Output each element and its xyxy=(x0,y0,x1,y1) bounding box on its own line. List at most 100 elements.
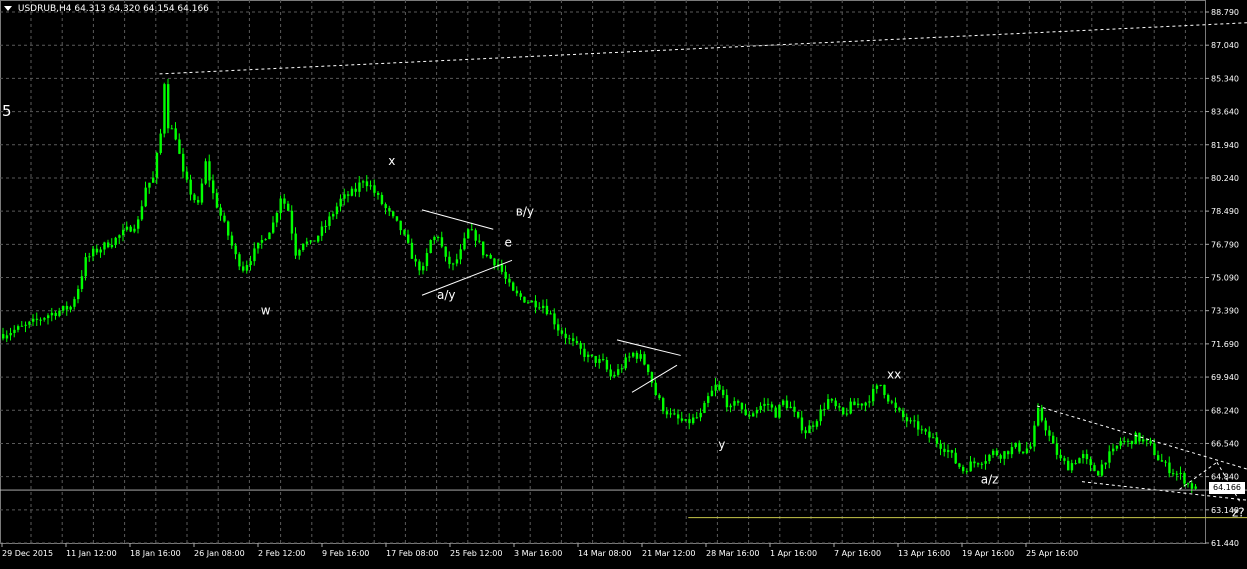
candle-body xyxy=(445,247,447,257)
candle-body xyxy=(658,395,660,398)
candle-body xyxy=(280,198,282,213)
x-tick-label: 28 Mar 16:00 xyxy=(706,549,759,558)
candle-body xyxy=(820,409,822,421)
candle-body xyxy=(827,399,829,409)
candle-body xyxy=(805,430,807,433)
candle-body xyxy=(148,183,150,188)
candle-body xyxy=(985,461,987,464)
candle-body xyxy=(325,226,327,227)
candle-body xyxy=(625,357,627,368)
candle-body xyxy=(943,449,945,452)
y-tick-label: 61.440 xyxy=(1211,539,1239,548)
candle-body xyxy=(1082,454,1084,458)
candle-body xyxy=(808,425,810,433)
y-tick-label: 63.140 xyxy=(1211,506,1239,515)
candle-body xyxy=(407,235,409,243)
candle-body xyxy=(752,413,754,416)
candle-body xyxy=(1033,426,1035,447)
candle-body xyxy=(737,401,739,403)
candle-body xyxy=(1075,463,1077,464)
candle-body xyxy=(115,238,117,245)
wave-label: xx xyxy=(887,368,901,382)
candle-body xyxy=(1120,441,1122,446)
candle-body xyxy=(561,330,563,333)
candle-body xyxy=(103,242,105,249)
candle-body xyxy=(962,467,964,471)
symbol-header[interactable]: USDRUB,H4 64.313 64.320 64.154 64.166 xyxy=(4,4,209,14)
candle-body xyxy=(587,355,589,357)
candle-body xyxy=(276,213,278,222)
price-chart[interactable]: wxв/уea/yyxxa/zz? 88.79087.04085.34083.6… xyxy=(0,0,1247,565)
candle-body xyxy=(1015,443,1017,447)
candle-body xyxy=(895,403,897,408)
candle-body xyxy=(670,413,672,414)
candle-body xyxy=(580,343,582,349)
candle-body xyxy=(707,396,709,403)
candle-body xyxy=(850,402,852,414)
candle-body xyxy=(310,240,312,241)
candle-body xyxy=(377,193,379,195)
candle-body xyxy=(1165,462,1167,463)
candle-body xyxy=(992,451,994,455)
y-tick-label: 68.240 xyxy=(1211,406,1239,415)
candle-body xyxy=(152,178,154,183)
x-tick-label: 13 Apr 16:00 xyxy=(898,549,950,558)
candle-body xyxy=(1168,463,1170,474)
candle-body xyxy=(302,244,304,250)
candle-body xyxy=(133,229,135,232)
candle-body xyxy=(621,368,623,369)
candle-body xyxy=(283,198,285,203)
candle-body xyxy=(613,375,615,377)
candle-body xyxy=(62,306,64,311)
candle-body xyxy=(486,255,488,256)
candle-body xyxy=(336,206,338,214)
candle-body xyxy=(6,335,8,338)
wave-label: w xyxy=(261,304,271,318)
candle-body xyxy=(261,240,263,243)
candle-body xyxy=(321,227,323,236)
candle-body xyxy=(1112,449,1114,452)
candle-body xyxy=(771,404,773,407)
chart-svg[interactable]: wxв/уea/yyxxa/zz? 88.79087.04085.34083.6… xyxy=(0,0,1247,565)
candle-body xyxy=(92,249,94,257)
candle-body xyxy=(238,254,240,266)
candle-body xyxy=(25,325,27,326)
candle-body xyxy=(786,401,788,409)
candle-body xyxy=(73,299,75,307)
candle-body xyxy=(385,204,387,208)
candle-body xyxy=(981,464,983,465)
candle-body xyxy=(793,407,795,412)
candle-body xyxy=(1048,430,1050,435)
wave-label: x xyxy=(388,154,395,168)
candle-body xyxy=(1153,443,1155,455)
candle-body xyxy=(700,413,702,417)
candle-body xyxy=(220,208,222,216)
candle-body xyxy=(523,297,525,303)
dropdown-triangle-icon[interactable] xyxy=(4,6,12,11)
candle-body xyxy=(917,421,919,429)
candle-body xyxy=(1187,483,1189,484)
candle-body xyxy=(1022,452,1024,454)
candle-body xyxy=(298,250,300,256)
candle-body xyxy=(1105,463,1107,465)
candle-body xyxy=(568,338,570,339)
candle-body xyxy=(370,185,372,186)
candle-body xyxy=(1000,455,1002,459)
candle-body xyxy=(268,233,270,239)
candle-body xyxy=(253,248,255,261)
candle-body xyxy=(130,227,132,232)
y-tick-label: 88.790 xyxy=(1211,8,1239,17)
candle-body xyxy=(381,195,383,204)
candle-body xyxy=(100,250,102,253)
candle-body xyxy=(958,463,960,466)
x-tick-label: 21 Mar 12:00 xyxy=(642,549,695,558)
candle-body xyxy=(366,181,368,186)
candle-body xyxy=(988,455,990,461)
candle-body xyxy=(373,185,375,193)
candle-body xyxy=(595,356,597,363)
candle-body xyxy=(1093,465,1095,471)
candle-body xyxy=(598,359,600,363)
candle-body xyxy=(868,401,870,402)
candle-body xyxy=(1045,421,1047,431)
candle-body xyxy=(643,354,645,364)
